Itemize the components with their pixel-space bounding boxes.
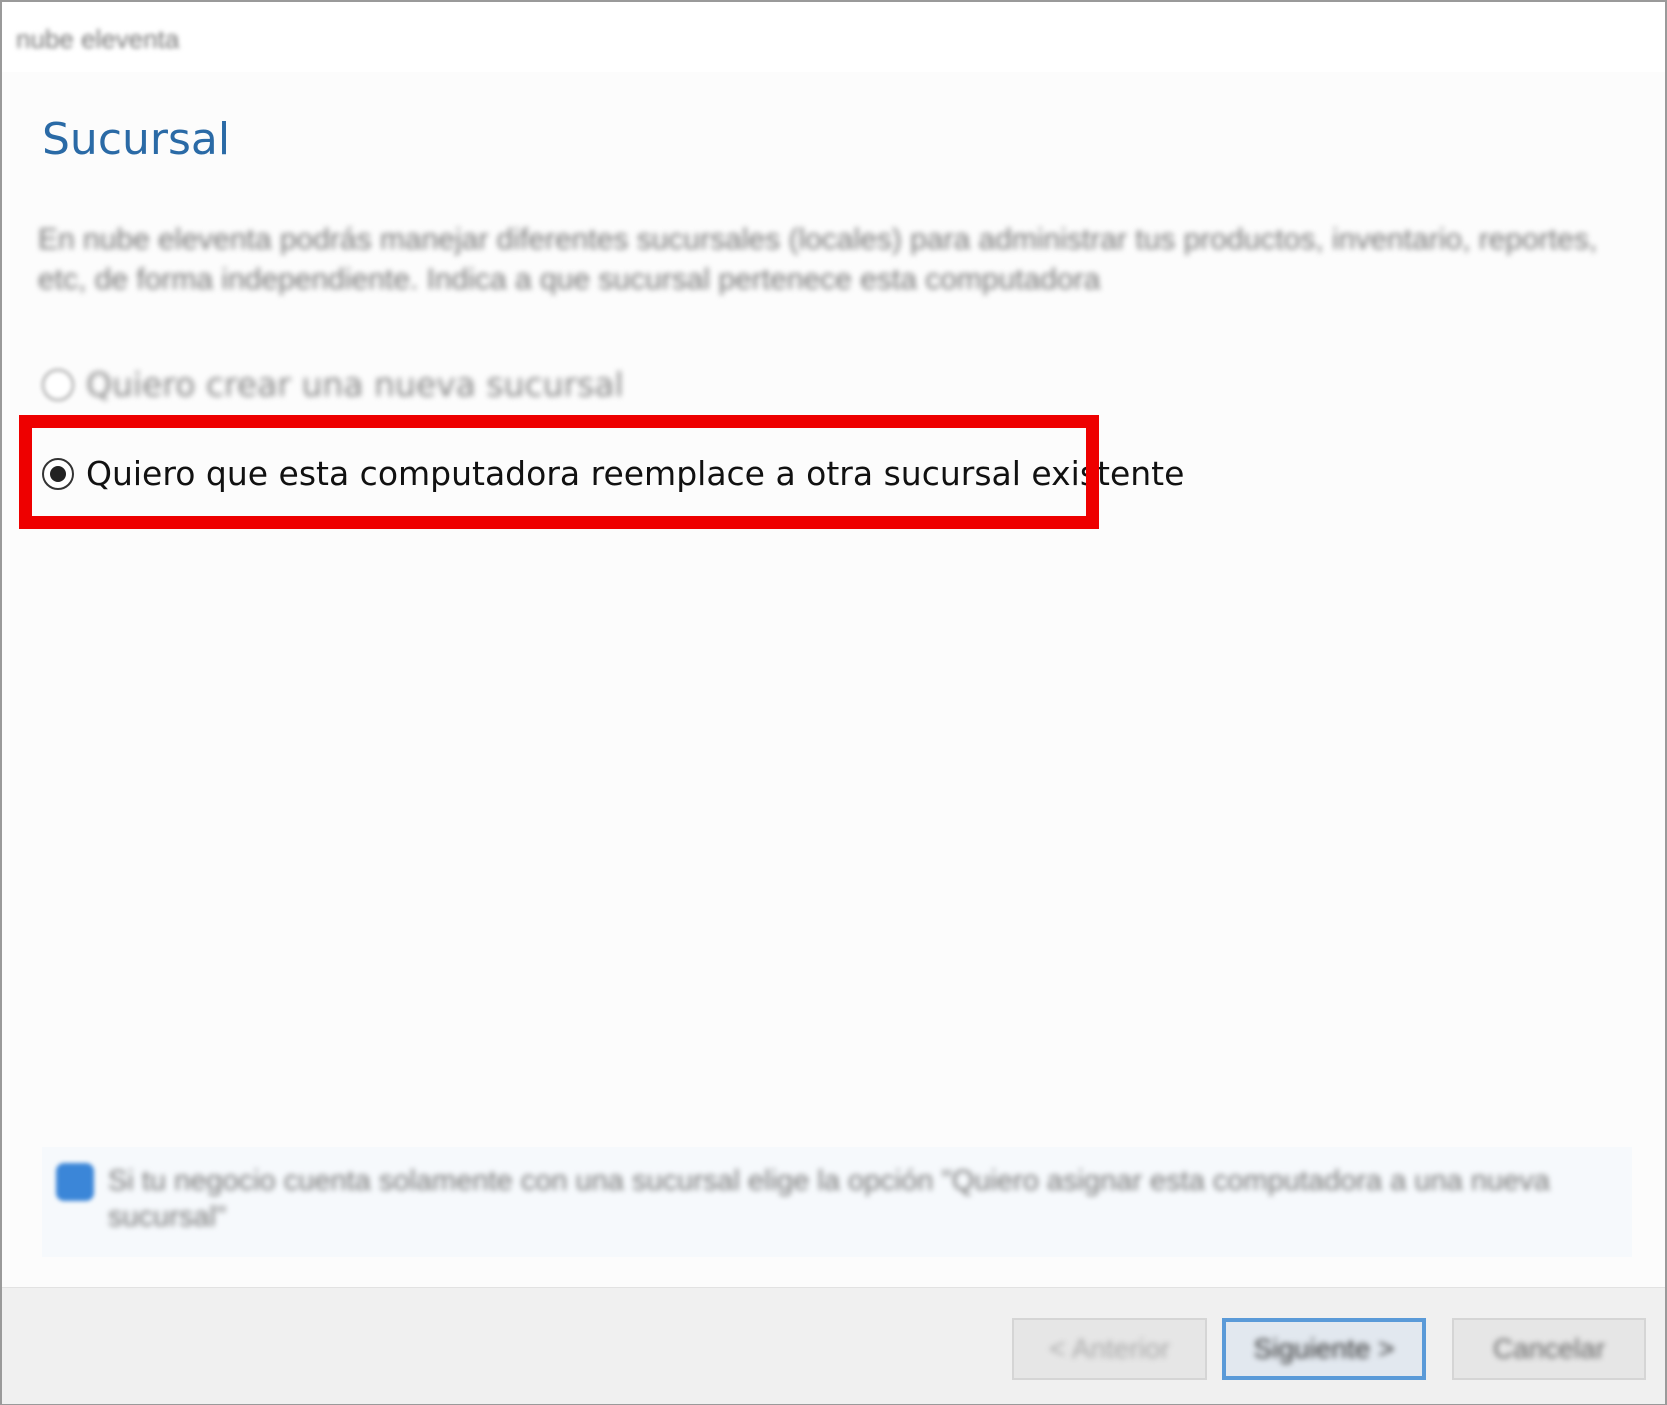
option-create-new-branch[interactable]: Quiero crear una nueva sucursal [42,365,624,404]
cancel-button[interactable]: Cancelar [1452,1318,1646,1380]
wizard-window: nube eleventa Sucursal En nube eleventa … [0,0,1667,1405]
radio-button-selected[interactable] [42,457,74,490]
title-bar: nube eleventa [2,2,1665,72]
radio-selected-dot [50,465,66,482]
next-button-label: Siguiente > [1253,1333,1395,1364]
info-text: Si tu negocio cuenta solamente con una s… [108,1165,1550,1233]
next-button[interactable]: Siguiente > [1222,1318,1426,1380]
back-button-label: < Anterior [1049,1333,1170,1364]
info-icon [56,1163,94,1201]
option-label[interactable]: Quiero que esta computadora reemplace a … [86,454,1184,493]
back-button[interactable]: < Anterior [1012,1318,1207,1380]
option-label[interactable]: Quiero crear una nueva sucursal [86,365,624,404]
option-replace-existing-branch[interactable]: Quiero que esta computadora reemplace a … [42,454,1184,493]
window-title: nube eleventa [16,24,180,54]
info-panel: Si tu negocio cuenta solamente con una s… [42,1147,1632,1257]
radio-button-unselected[interactable] [42,368,74,401]
wizard-footer: < Anterior Siguiente > Cancelar [2,1287,1665,1404]
page-title: Sucursal [42,114,231,165]
page-description: En nube eleventa podrás manejar diferent… [38,223,1598,296]
cancel-button-label: Cancelar [1492,1333,1606,1364]
